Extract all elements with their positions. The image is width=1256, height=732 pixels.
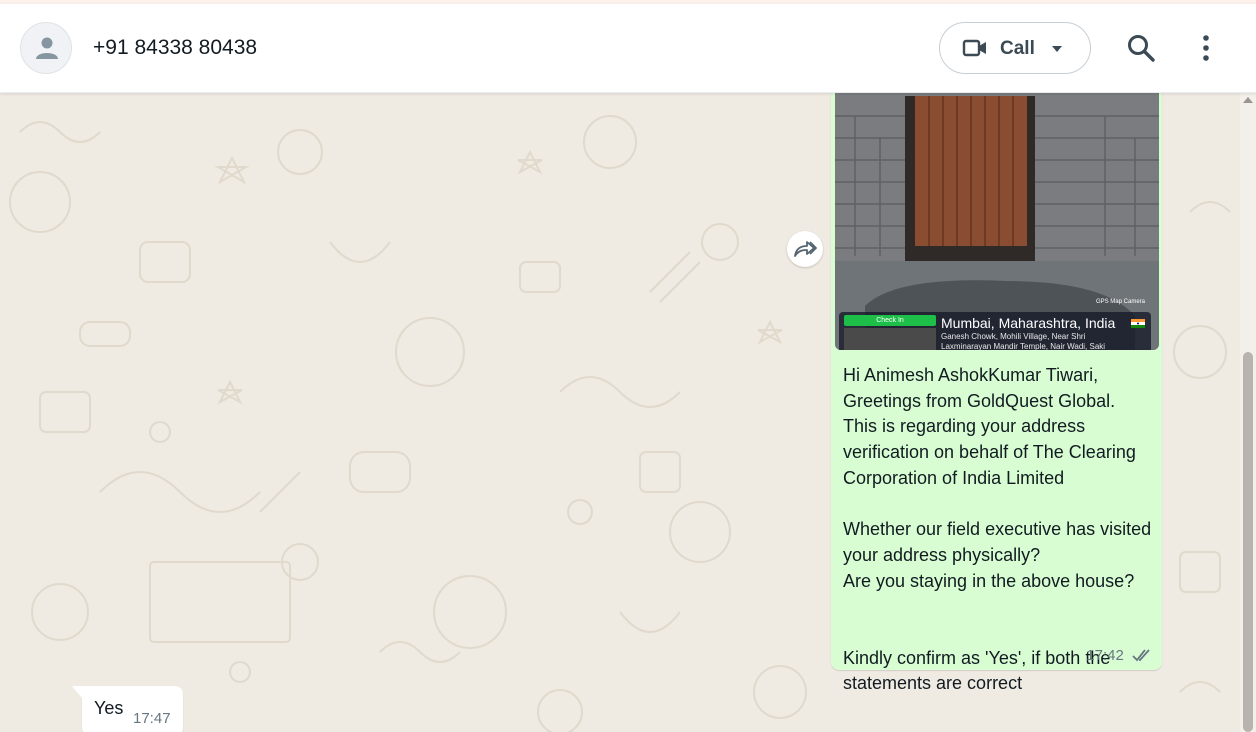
scroll-up-arrow-icon[interactable]	[1242, 96, 1254, 104]
gps-caption-overlay: GPS Map Camera Check In Mumbai, Maharash…	[839, 299, 1151, 350]
search-icon[interactable]	[1126, 33, 1156, 63]
chevron-down-icon	[1052, 46, 1062, 52]
location-address: Ganesh Chowk, Mohili Village, Near Shri …	[941, 332, 1151, 350]
incoming-message-time: 17:47	[133, 710, 171, 727]
check-in-label: Check In	[844, 315, 936, 326]
map-thumbnail	[844, 328, 936, 350]
double-check-read-icon	[1132, 649, 1150, 662]
outgoing-message-time: 17:42	[1086, 647, 1124, 664]
forward-button[interactable]	[787, 231, 823, 267]
outgoing-message-bubble[interactable]: GPS Map Camera Check In Mumbai, Maharash…	[831, 92, 1162, 693]
message-photo[interactable]: GPS Map Camera Check In Mumbai, Maharash…	[835, 92, 1159, 350]
video-call-icon	[962, 39, 986, 57]
address-line-1: Ganesh Chowk, Mohili Village, Near Shri	[941, 332, 1086, 341]
address-line-2: Laxminarayan Mandir Temple, Nair Wadi, S…	[941, 342, 1106, 350]
india-flag-icon	[1131, 319, 1145, 328]
call-label: Call	[1000, 38, 1035, 59]
contact-name[interactable]: +91 84338 80438	[93, 36, 257, 60]
incoming-message-text: Yes	[94, 698, 124, 718]
default-avatar-icon	[36, 37, 58, 59]
call-button[interactable]: Call	[939, 22, 1091, 74]
chat-panel[interactable]: GPS Map Camera Check In Mumbai, Maharash…	[0, 92, 1256, 732]
chat-header: +91 84338 80438 Call	[0, 4, 1256, 93]
contact-avatar[interactable]	[20, 22, 72, 74]
location-title: Mumbai, Maharashtra, India	[941, 315, 1116, 331]
scrollbar-thumb[interactable]	[1243, 352, 1253, 732]
bubble-tail	[72, 686, 82, 698]
more-options-icon[interactable]	[1196, 33, 1216, 63]
outgoing-message-meta: 17:42	[1086, 647, 1154, 664]
forward-icon	[794, 241, 817, 257]
incoming-message-bubble[interactable]: Yes 17:47	[72, 686, 183, 732]
gps-camera-badge: GPS Map Camera	[1095, 299, 1145, 305]
